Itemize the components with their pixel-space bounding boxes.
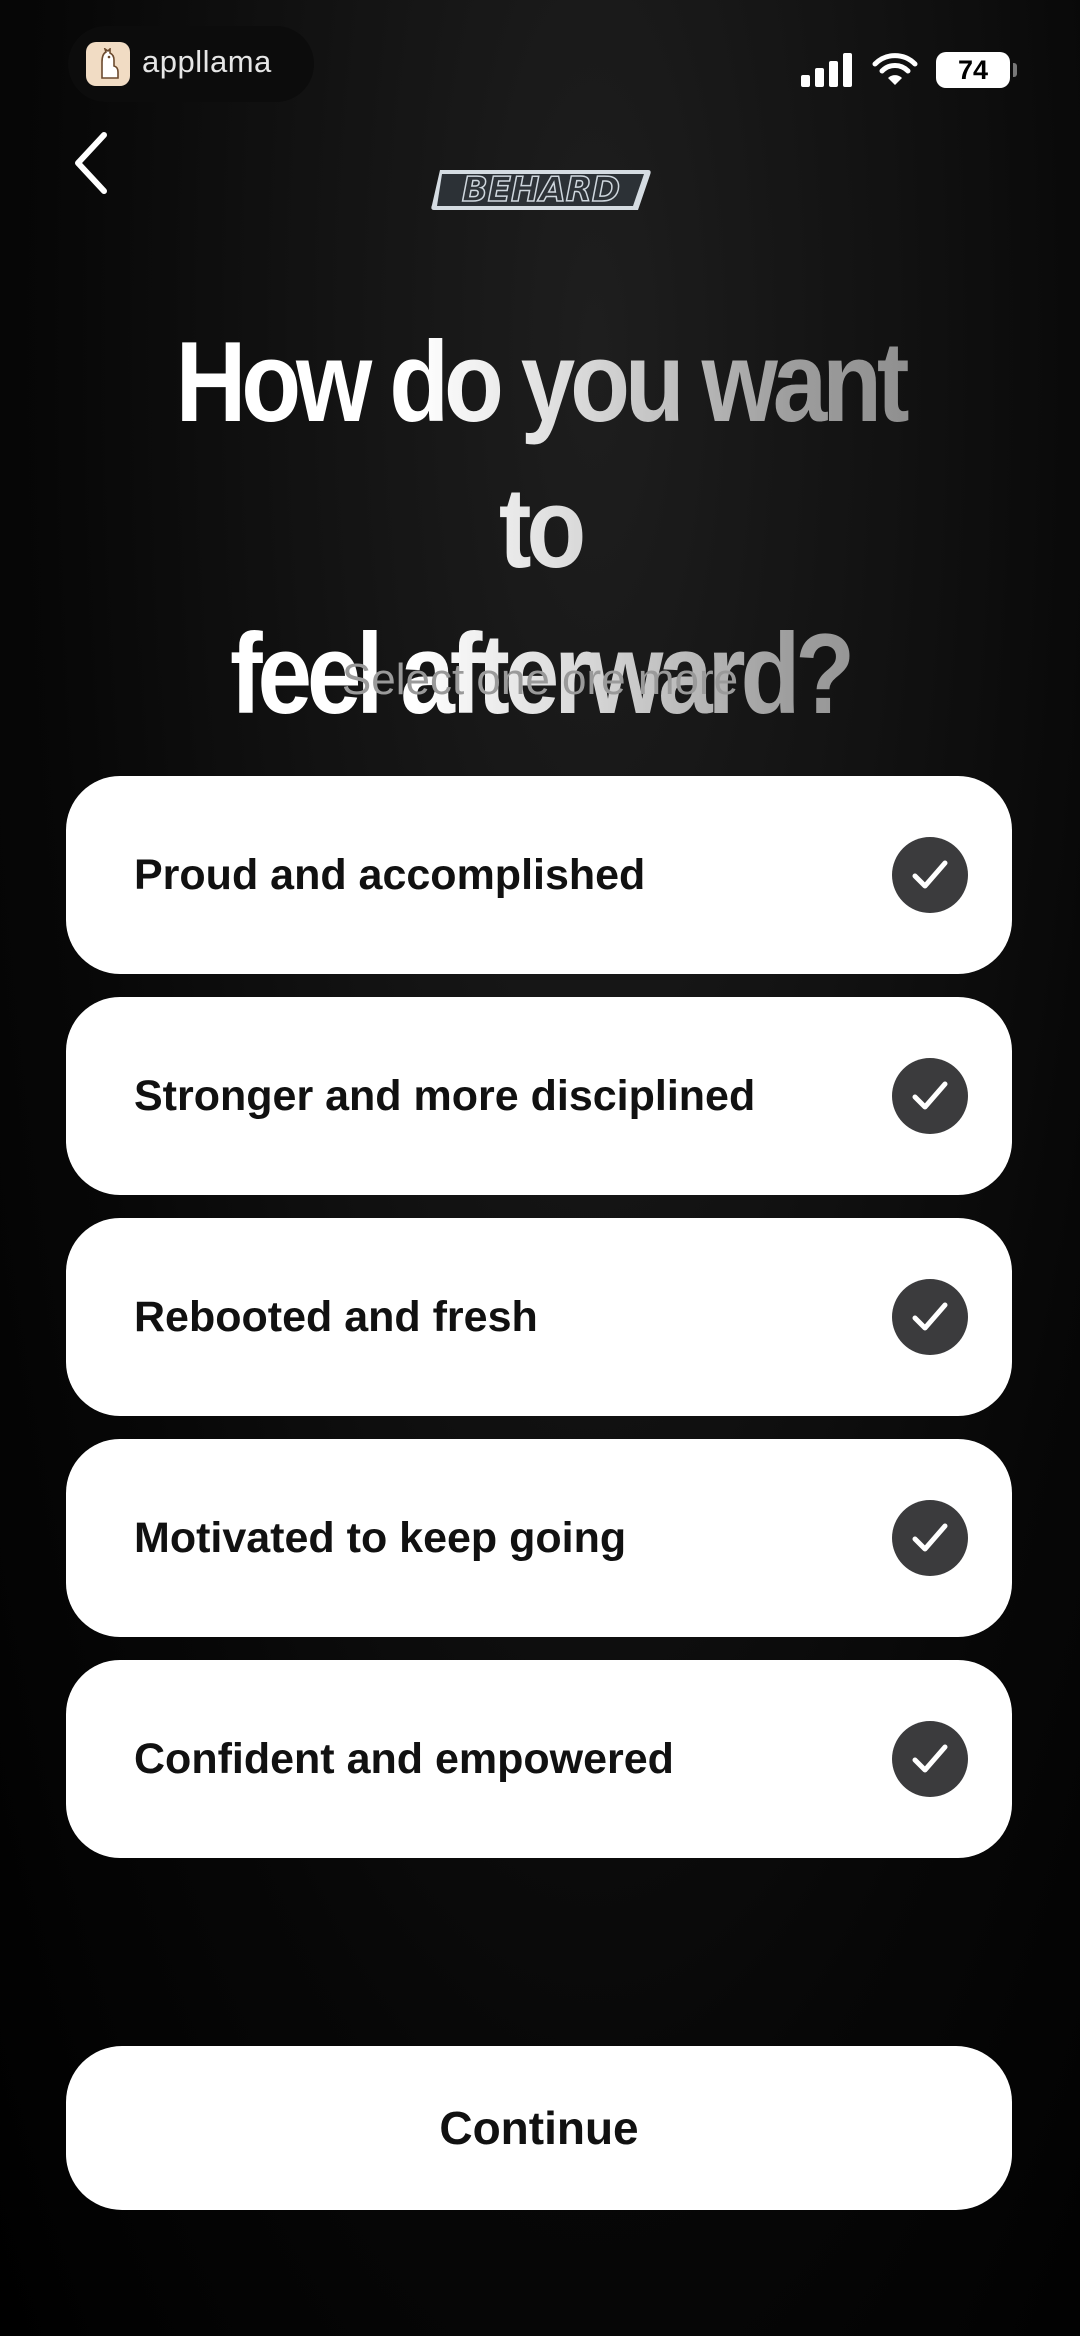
checkmark-icon (892, 837, 968, 913)
battery-level: 74 (957, 54, 989, 85)
option-label: Rebooted and fresh (134, 1293, 538, 1341)
brand-logo: BEHARD (430, 166, 652, 214)
llama-icon (86, 42, 130, 86)
chevron-left-icon (75, 132, 107, 194)
option-label: Confident and empowered (134, 1735, 674, 1783)
option-card[interactable]: Stronger and more disciplined (66, 997, 1012, 1195)
option-card[interactable]: Confident and empowered (66, 1660, 1012, 1858)
checkmark-icon (892, 1500, 968, 1576)
option-label: Motivated to keep going (134, 1514, 627, 1562)
battery-icon: 74 (936, 52, 1017, 88)
option-card[interactable]: Motivated to keep going (66, 1439, 1012, 1637)
brand-name: BEHARD (461, 169, 621, 211)
option-label: Proud and accomplished (134, 851, 646, 899)
checkmark-icon (892, 1721, 968, 1797)
app-name: appllama (142, 44, 272, 79)
option-card[interactable]: Rebooted and fresh (66, 1218, 1012, 1416)
checkmark-icon (892, 1058, 968, 1134)
wifi-icon (872, 53, 918, 85)
signal-icon (801, 53, 852, 87)
page-title-line-1: How do you want to (175, 319, 905, 592)
status-icons: 74 (801, 50, 1017, 90)
checkmark-icon (892, 1279, 968, 1355)
option-card[interactable]: Proud and accomplished (66, 776, 1012, 974)
status-bar: appllama 74 (0, 0, 1080, 130)
back-button[interactable] (58, 126, 122, 200)
continue-button[interactable]: Continue (66, 2046, 1012, 2210)
app-indicator-pill[interactable]: appllama (68, 26, 314, 102)
selection-hint: Select one ore more (341, 655, 739, 704)
options-list: Proud and accomplished Stronger and more… (66, 776, 1012, 1881)
option-label: Stronger and more disciplined (134, 1072, 756, 1120)
